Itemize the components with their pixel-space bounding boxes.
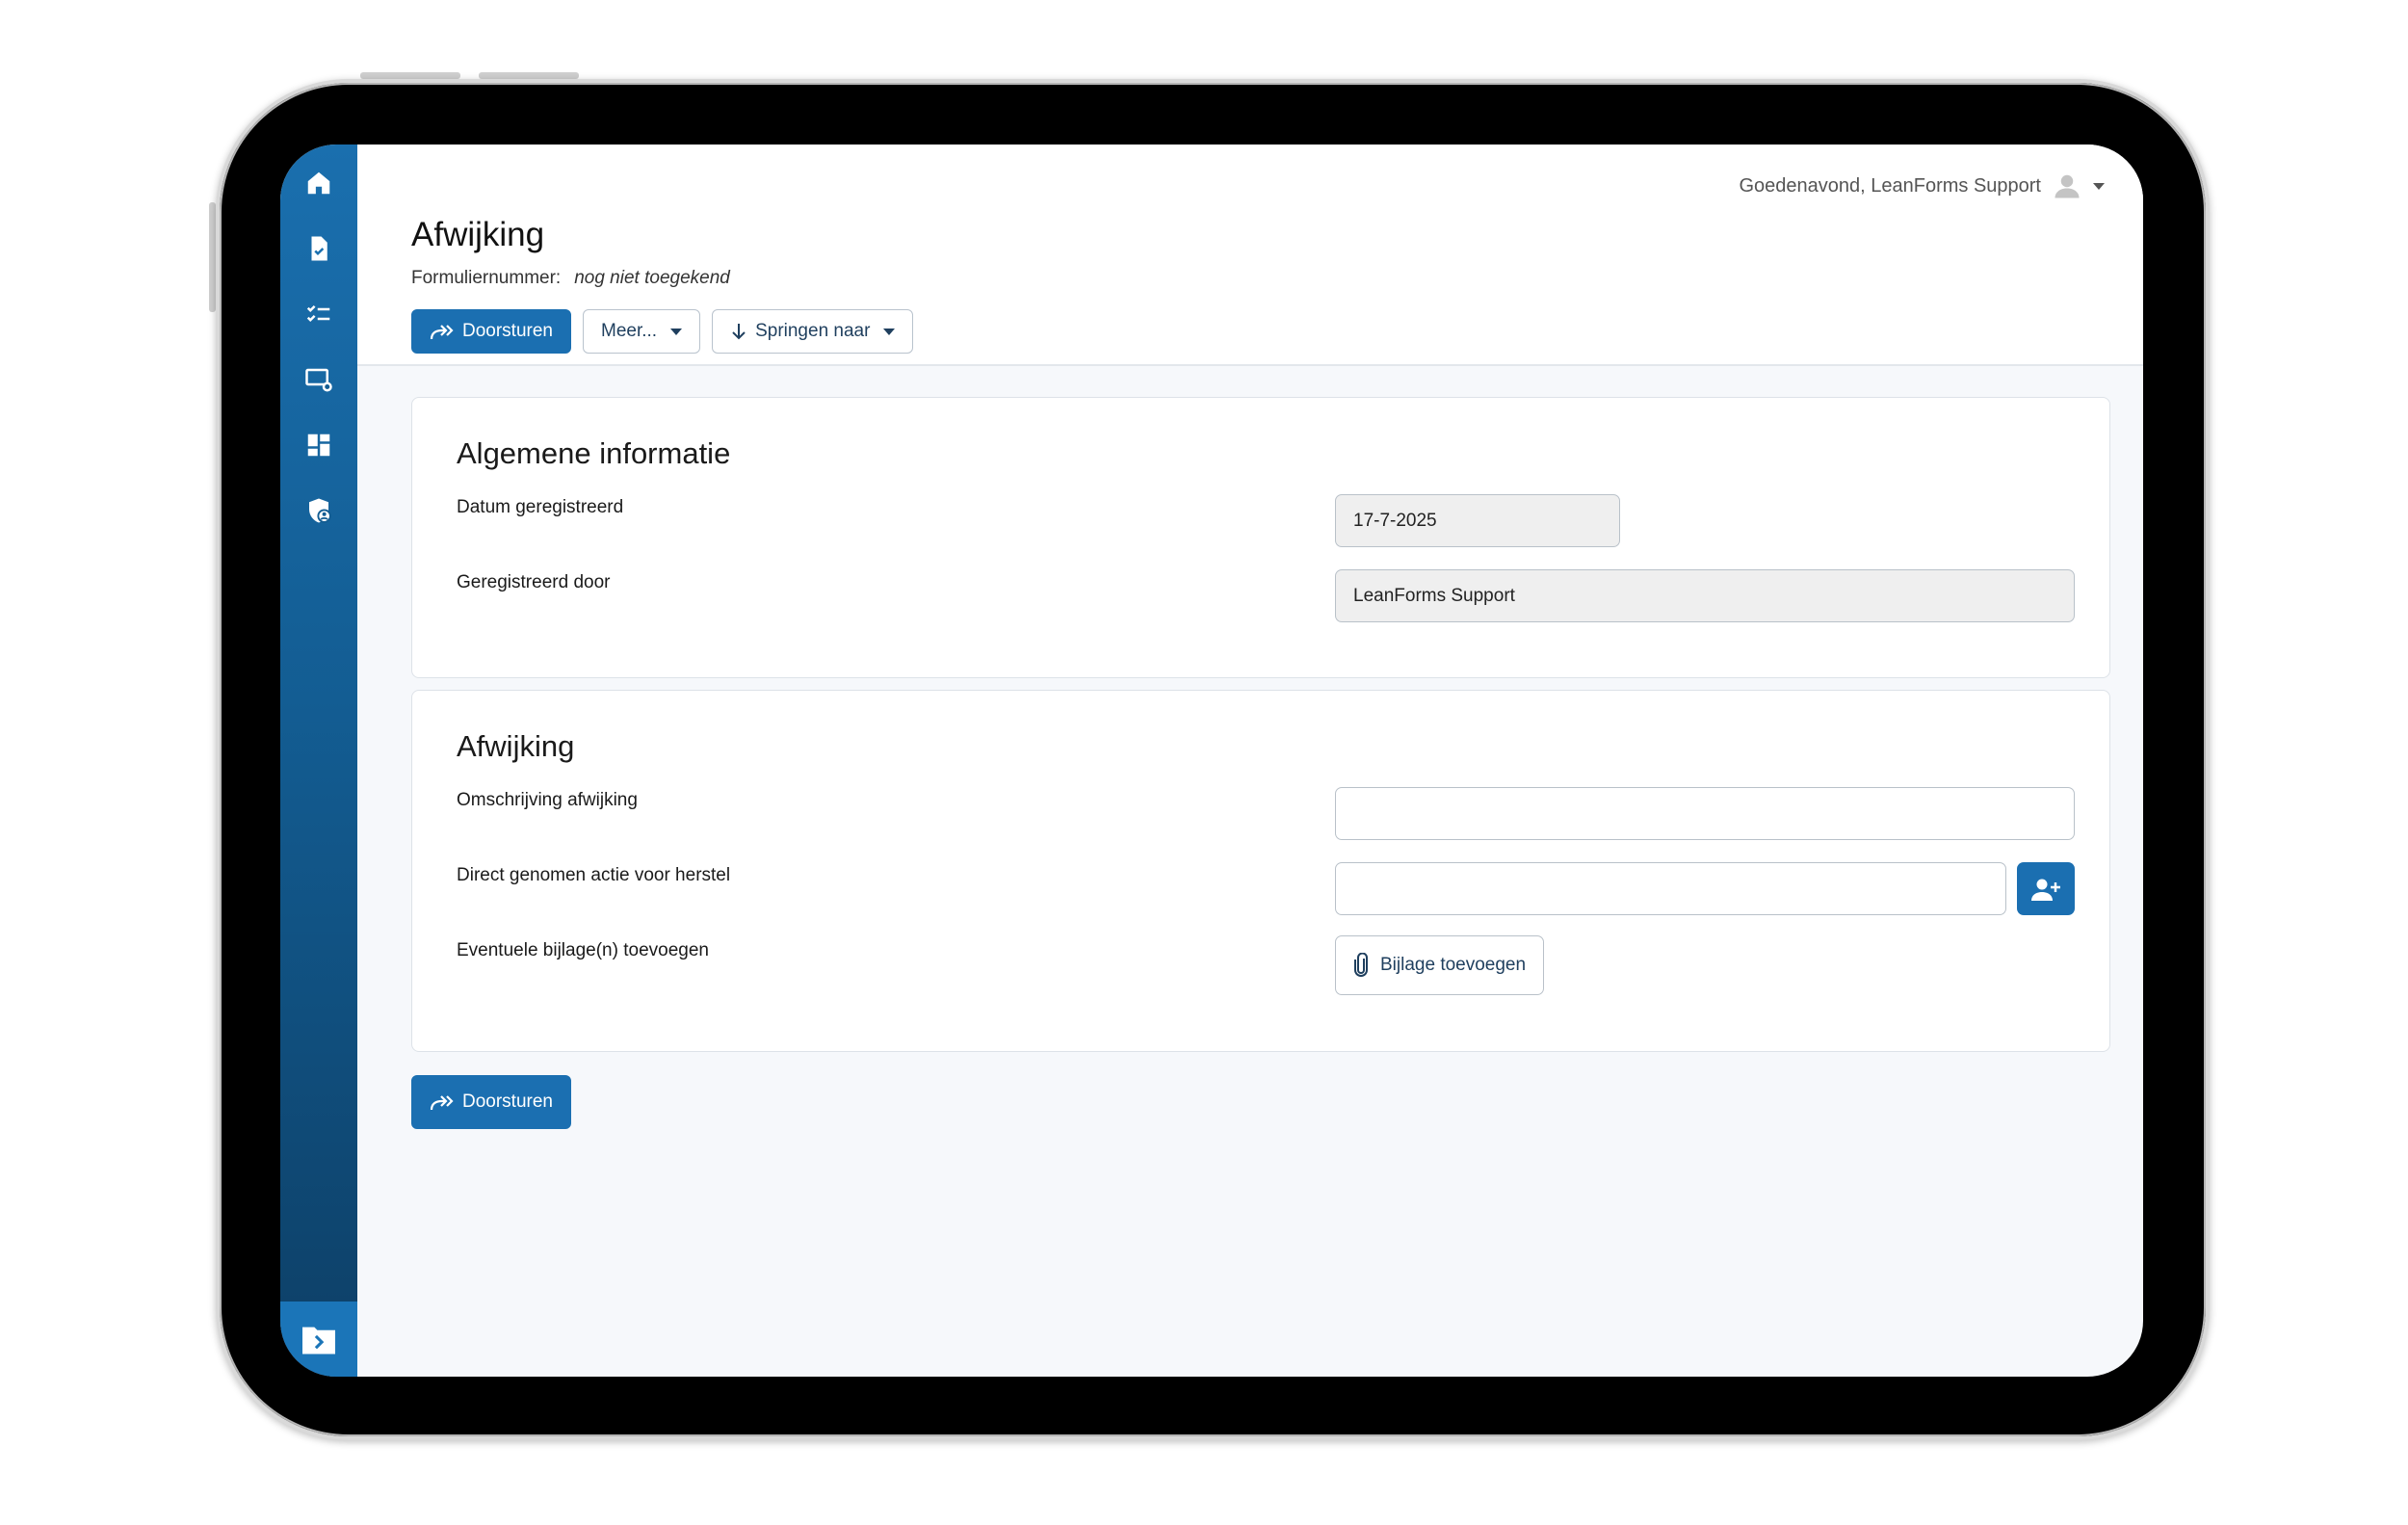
description-input[interactable] <box>1335 787 2075 840</box>
more-dropdown[interactable]: Meer... <box>583 309 701 354</box>
arrow-down-icon <box>732 324 746 340</box>
jump-to-dropdown[interactable]: Springen naar <box>712 309 914 354</box>
registered-by-field[interactable]: LeanForms Support <box>1335 569 2075 622</box>
user-avatar-icon <box>2055 174 2080 198</box>
section-title: Algemene informatie <box>457 436 731 470</box>
device-button-side <box>209 202 216 312</box>
sidebar-expand-button[interactable] <box>280 1302 357 1377</box>
attachment-label: Eventuele bijlage(n) toevoegen <box>457 940 709 960</box>
device-button-top-1 <box>360 72 460 79</box>
section-title: Afwijking <box>457 729 575 763</box>
deviation-section: Afwijking Omschrijving afwijking Direct … <box>411 690 2110 1052</box>
forward-button[interactable]: Doorsturen <box>411 309 571 354</box>
add-attachment-label: Bijlage toevoegen <box>1380 955 1527 975</box>
sidebar-item-admin[interactable] <box>301 493 336 528</box>
sidebar-item-home[interactable] <box>301 166 336 200</box>
folder-chevron-icon <box>302 1327 335 1354</box>
user-plus-icon <box>2031 879 2060 901</box>
app-screen: Goedenavond, LeanForms Support Afwijking… <box>280 145 2143 1377</box>
chevron-down-icon <box>883 328 896 335</box>
sidebar-item-settings[interactable] <box>301 362 336 397</box>
forward-button-label: Doorsturen <box>462 321 553 341</box>
screen-settings-icon <box>305 368 332 392</box>
user-menu[interactable]: Goedenavond, LeanForms Support <box>1739 171 2105 200</box>
sidebar <box>280 145 357 1377</box>
description-label: Omschrijving afwijking <box>457 790 638 810</box>
date-registered-label: Datum geregistreerd <box>457 497 624 517</box>
device-button-top-2 <box>479 72 579 79</box>
chevron-down-icon <box>2093 182 2105 190</box>
general-info-section: Algemene informatie Datum geregistreerd … <box>411 397 2110 678</box>
add-attachment-button[interactable]: Bijlage toevoegen <box>1335 935 1545 995</box>
more-dropdown-label: Meer... <box>601 321 658 341</box>
document-check-icon <box>311 236 327 261</box>
main-content: Goedenavond, LeanForms Support Afwijking… <box>357 145 2143 1377</box>
paperclip-icon <box>1354 953 1368 977</box>
chevron-down-icon <box>670 328 683 335</box>
dashboard-icon <box>307 434 330 457</box>
page-title: Afwijking <box>411 216 545 253</box>
registered-by-label: Geregistreerd door <box>457 572 611 592</box>
shield-user-icon <box>309 498 331 523</box>
forward-button-label: Doorsturen <box>462 1091 553 1112</box>
forward-icon <box>430 325 454 340</box>
home-icon <box>307 171 330 195</box>
sidebar-item-tasks[interactable] <box>301 297 336 331</box>
sidebar-item-forms[interactable] <box>301 231 336 266</box>
sidebar-item-dashboard[interactable] <box>301 428 336 462</box>
forward-button-bottom[interactable]: Doorsturen <box>411 1075 571 1129</box>
toolbar: Doorsturen Meer... Springen naar <box>411 309 914 354</box>
action-label: Direct genomen actie voor herstel <box>457 865 731 885</box>
checklist-icon <box>306 304 330 323</box>
forward-icon <box>430 1095 454 1111</box>
page-header: Goedenavond, LeanForms Support Afwijking… <box>357 145 2143 366</box>
form-number-value: nog niet toegekend <box>574 268 730 288</box>
date-registered-field[interactable]: 17-7-2025 <box>1335 494 1620 547</box>
action-input[interactable] <box>1335 862 2006 915</box>
greeting-text: Goedenavond, LeanForms Support <box>1739 174 2041 197</box>
form-number-label: Formuliernummer: <box>411 268 562 288</box>
form-number: Formuliernummer: nog niet toegekend <box>411 268 730 289</box>
add-user-button[interactable] <box>2017 862 2075 915</box>
jump-to-dropdown-label: Springen naar <box>755 321 871 341</box>
